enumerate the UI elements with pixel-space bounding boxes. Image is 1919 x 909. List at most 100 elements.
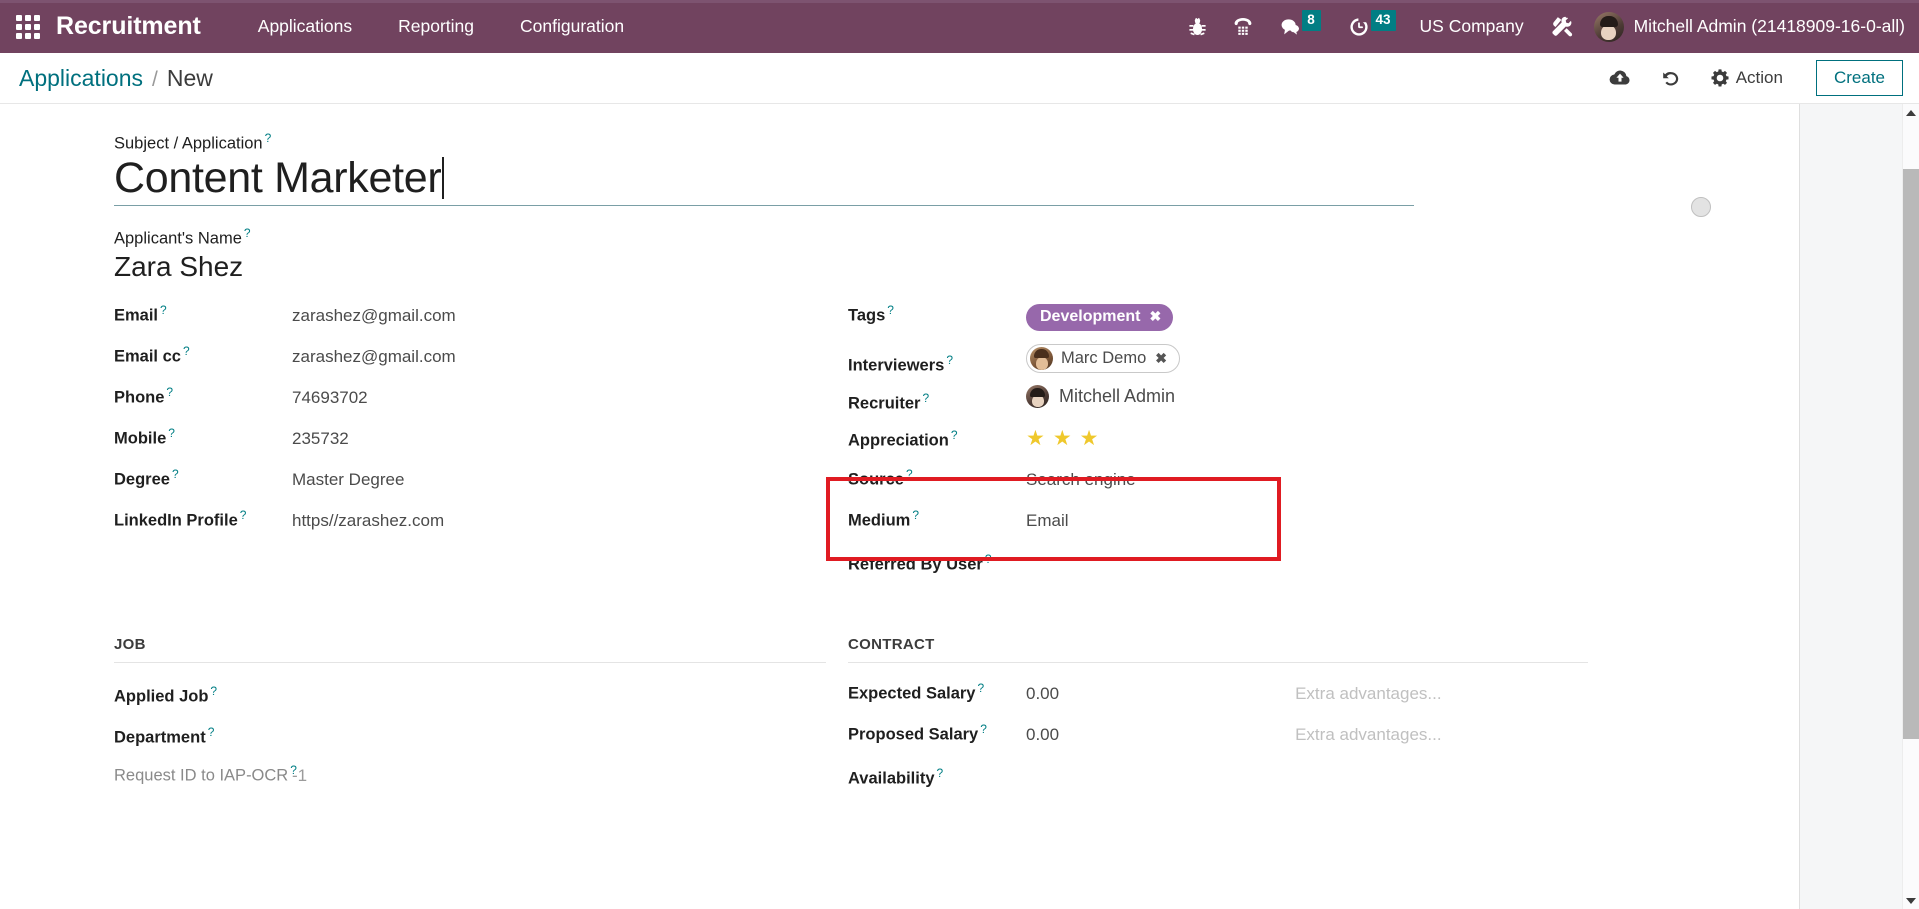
phone-field[interactable]: 74693702	[292, 388, 368, 408]
kanban-state-indicator[interactable]	[1691, 197, 1711, 217]
tag-development[interactable]: Development ✖	[1026, 303, 1174, 331]
help-icon[interactable]: ?	[160, 303, 167, 317]
scrollbar-thumb[interactable]	[1903, 169, 1919, 739]
star-icon[interactable]: ★	[1053, 428, 1072, 449]
expected-salary-field[interactable]: 0.00	[1026, 684, 1059, 704]
appreciation-rating[interactable]: ★ ★ ★	[1026, 426, 1098, 449]
degree-field[interactable]: Master Degree	[292, 470, 404, 490]
messages-icon[interactable]: 8	[1266, 0, 1335, 53]
recruiter-field[interactable]: Mitchell Admin	[1026, 385, 1175, 409]
avatar	[1593, 11, 1624, 42]
help-icon[interactable]: ?	[172, 467, 179, 481]
interviewers-label: Interviewers?	[848, 352, 953, 375]
form-sheet-wrapper: Subject / Application? Content Marketer …	[0, 104, 1800, 909]
email-cc-label: Email cc?	[114, 344, 190, 366]
help-icon[interactable]: ?	[985, 552, 992, 566]
star-icon[interactable]: ★	[1080, 428, 1099, 449]
field-row-department: Department?	[114, 716, 826, 757]
applicant-name-value[interactable]: Zara Shez	[114, 250, 1699, 284]
help-icon[interactable]: ?	[946, 353, 953, 367]
phone-dialpad-icon[interactable]	[1220, 0, 1266, 53]
field-row-request-id-iap-ocr: Request ID to IAP-OCR? -1	[114, 757, 826, 798]
applied-job-label: Applied Job?	[114, 683, 218, 706]
help-icon[interactable]: ?	[244, 226, 251, 240]
linkedin-profile-field[interactable]: https//zarashez.com	[292, 511, 444, 531]
breadcrumb-applications-link[interactable]: Applications	[19, 65, 143, 92]
medium-field[interactable]: Email	[1026, 511, 1069, 531]
department-label: Department?	[114, 724, 215, 747]
field-row-medium: Medium? Email	[848, 502, 1588, 543]
save-button[interactable]	[1594, 63, 1646, 93]
proposed-salary-extra-advantages-input[interactable]: Extra advantages...	[1295, 725, 1441, 745]
help-icon[interactable]: ?	[210, 684, 217, 698]
field-row-proposed-salary: Proposed Salary? 0.00 Extra advantages..…	[848, 716, 1588, 757]
control-panel-actions: Action Create	[1594, 60, 1903, 96]
mobile-field[interactable]: 235732	[292, 429, 349, 449]
bug-icon[interactable]	[1175, 0, 1220, 53]
user-menu[interactable]: Mitchell Admin (21418909-16-0-all)	[1588, 11, 1905, 42]
help-icon[interactable]: ?	[166, 385, 173, 399]
wrench-tools-icon[interactable]	[1538, 0, 1588, 53]
help-icon[interactable]: ?	[912, 508, 919, 522]
content-area: Subject / Application? Content Marketer …	[0, 104, 1919, 909]
subject-application-input[interactable]: Content Marketer	[114, 153, 1414, 207]
source-field[interactable]: Search engine	[1026, 470, 1136, 490]
discard-button[interactable]	[1646, 63, 1696, 94]
scroll-up-arrow[interactable]	[1903, 104, 1919, 121]
activities-badge-count: 43	[1370, 10, 1396, 31]
recruiter-label: Recruiter?	[848, 390, 930, 413]
cloud-upload-icon	[1609, 69, 1631, 87]
subject-application-value: Content Marketer	[114, 153, 442, 202]
field-row-degree: Degree? Master Degree	[114, 461, 826, 502]
tags-field[interactable]: Development ✖	[1026, 303, 1174, 331]
control-panel: Applications / New Action Create	[0, 53, 1919, 104]
mobile-label: Mobile?	[114, 426, 175, 448]
tags-label: Tags?	[848, 303, 894, 325]
field-row-referred-by-user: Referred By User?	[848, 543, 1588, 584]
menu-configuration[interactable]: Configuration	[497, 0, 647, 53]
avatar	[1030, 347, 1053, 371]
expected-salary-extra-advantages-input[interactable]: Extra advantages...	[1295, 684, 1441, 704]
help-icon[interactable]: ?	[183, 344, 190, 358]
field-row-mobile: Mobile? 235732	[114, 420, 826, 461]
action-menu-button[interactable]: Action	[1696, 62, 1798, 94]
help-icon[interactable]: ?	[887, 303, 894, 317]
apps-grid-icon[interactable]	[0, 0, 56, 53]
field-row-email: Email? zarashez@gmail.com	[114, 297, 826, 338]
help-icon[interactable]: ?	[906, 467, 913, 481]
interviewer-name: Marc Demo	[1061, 349, 1147, 368]
help-icon[interactable]: ?	[208, 725, 215, 739]
help-icon[interactable]: ?	[240, 508, 247, 522]
proposed-salary-label: Proposed Salary?	[848, 722, 987, 744]
text-caret	[442, 157, 444, 200]
undo-icon	[1661, 69, 1681, 88]
email-field[interactable]: zarashez@gmail.com	[292, 306, 456, 326]
interviewer-chip-marc-demo[interactable]: Marc Demo ✖	[1026, 344, 1180, 374]
company-switcher[interactable]: US Company	[1410, 16, 1538, 37]
star-icon[interactable]: ★	[1026, 428, 1045, 449]
help-icon[interactable]: ?	[978, 681, 985, 695]
help-icon[interactable]: ?	[922, 391, 929, 405]
breadcrumb-current-new: New	[166, 64, 213, 91]
help-icon[interactable]: ?	[168, 426, 175, 440]
app-brand-recruitment[interactable]: Recruitment	[56, 12, 235, 41]
interviewers-field[interactable]: Marc Demo ✖	[1026, 344, 1180, 375]
email-cc-field[interactable]: zarashez@gmail.com	[292, 347, 456, 367]
vertical-scrollbar[interactable]	[1902, 104, 1919, 909]
help-icon[interactable]: ?	[951, 428, 958, 442]
interviewer-remove-icon[interactable]: ✖	[1155, 350, 1167, 367]
proposed-salary-field[interactable]: 0.00	[1026, 725, 1059, 745]
help-icon[interactable]: ?	[980, 722, 987, 736]
medium-label: Medium?	[848, 508, 920, 530]
tag-remove-icon[interactable]: ✖	[1149, 308, 1161, 325]
create-button[interactable]: Create	[1815, 60, 1903, 96]
menu-applications[interactable]: Applications	[235, 0, 375, 53]
help-icon[interactable]: ?	[937, 766, 944, 780]
availability-label: Availability?	[848, 765, 944, 788]
menu-reporting[interactable]: Reporting	[375, 0, 497, 53]
help-icon[interactable]: ?	[265, 131, 272, 145]
request-id-label: Request ID to IAP-OCR?	[114, 763, 297, 785]
activities-clock-icon[interactable]: 43	[1335, 0, 1410, 53]
scroll-down-arrow[interactable]	[1903, 892, 1919, 909]
job-section: JOB Applied Job? Department? Request ID …	[114, 636, 826, 798]
